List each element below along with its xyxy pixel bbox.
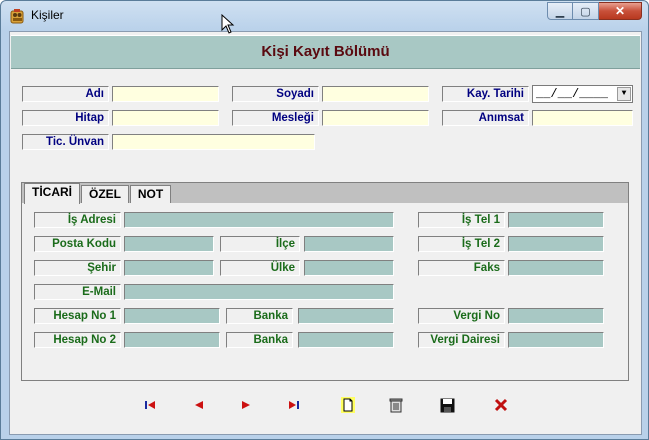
- tab-container: TİCARİ ÖZEL NOT İş Adresi Posta Kodu İlç…: [21, 182, 629, 381]
- tab-ticari[interactable]: TİCARİ: [24, 183, 80, 204]
- meslegi-input[interactable]: [322, 110, 429, 126]
- maximize-icon: ▢: [580, 5, 591, 18]
- title-bar[interactable]: Kişiler ▁ ▢ ✕: [1, 1, 648, 31]
- new-record-button[interactable]: [339, 396, 357, 414]
- sehir-input[interactable]: [124, 260, 214, 276]
- new-record-icon: [341, 397, 355, 413]
- form-client-area: Kişi Kayıt Bölümü Adı Soyadı Kay. Tarihi…: [9, 31, 642, 435]
- banka-2-input[interactable]: [298, 332, 394, 348]
- email-label: E-Mail: [34, 284, 121, 300]
- soyadi-input[interactable]: [322, 86, 429, 102]
- kay-tarihi-datepicker[interactable]: __/__/____ ▼: [532, 85, 633, 103]
- is-tel-2-input[interactable]: [508, 236, 604, 252]
- delete-record-button[interactable]: [387, 396, 405, 414]
- posta-kodu-label: Posta Kodu: [34, 236, 121, 252]
- tab-strip: TİCARİ ÖZEL NOT: [22, 183, 628, 204]
- tab-not[interactable]: NOT: [130, 185, 171, 203]
- vergi-no-label: Vergi No: [418, 308, 505, 324]
- adi-label: Adı: [22, 86, 109, 102]
- meslegi-label: Mesleği: [232, 110, 319, 126]
- tab-ozel[interactable]: ÖZEL: [81, 185, 129, 203]
- banka-1-input[interactable]: [298, 308, 394, 324]
- faks-label: Faks: [418, 260, 505, 276]
- animsat-input[interactable]: [532, 110, 633, 126]
- window-title: Kişiler: [31, 8, 64, 22]
- hesap-no-2-label: Hesap No 2: [34, 332, 121, 348]
- last-record-icon: [289, 401, 299, 409]
- ilce-input[interactable]: [304, 236, 394, 252]
- hesap-no-1-input[interactable]: [124, 308, 220, 324]
- first-record-button[interactable]: [141, 396, 159, 414]
- save-record-button[interactable]: [438, 396, 456, 414]
- vergi-dairesi-input[interactable]: [508, 332, 604, 348]
- previous-record-icon: [195, 401, 203, 409]
- posta-kodu-input[interactable]: [124, 236, 214, 252]
- ilce-label: İlçe: [220, 236, 300, 252]
- tic-unvan-input[interactable]: [112, 134, 315, 150]
- soyadi-label: Soyadı: [232, 86, 319, 102]
- hitap-label: Hitap: [22, 110, 109, 126]
- banka-2-label: Banka: [226, 332, 293, 348]
- is-adresi-input[interactable]: [124, 212, 394, 228]
- delete-record-icon: [389, 398, 403, 413]
- banka-1-label: Banka: [226, 308, 293, 324]
- cancel-icon: [494, 398, 508, 412]
- adi-input[interactable]: [112, 86, 219, 102]
- ulke-input[interactable]: [304, 260, 394, 276]
- dropdown-arrow-icon[interactable]: ▼: [617, 87, 631, 101]
- next-record-icon: [242, 401, 250, 409]
- hesap-no-2-input[interactable]: [124, 332, 220, 348]
- faks-input[interactable]: [508, 260, 604, 276]
- save-icon: [440, 398, 454, 412]
- window-controls: ▁ ▢ ✕: [547, 2, 642, 20]
- is-tel-1-input[interactable]: [508, 212, 604, 228]
- mouse-cursor-icon: [221, 14, 235, 34]
- kay-tarihi-label: Kay. Tarihi: [442, 86, 529, 102]
- header-band: Kişi Kayıt Bölümü: [11, 35, 640, 69]
- is-tel-2-label: İş Tel 2: [418, 236, 505, 252]
- hitap-input[interactable]: [112, 110, 219, 126]
- is-tel-1-label: İş Tel 1: [418, 212, 505, 228]
- close-icon: ✕: [614, 4, 626, 18]
- vergi-no-input[interactable]: [508, 308, 604, 324]
- minimize-icon: ▁: [555, 5, 565, 18]
- first-record-icon: [145, 401, 155, 409]
- maximize-button[interactable]: ▢: [573, 2, 599, 20]
- people-app-icon: [10, 9, 24, 24]
- close-button[interactable]: ✕: [599, 2, 642, 20]
- last-record-button[interactable]: [285, 396, 303, 414]
- next-record-button[interactable]: [237, 396, 255, 414]
- previous-record-button[interactable]: [190, 396, 208, 414]
- page-title: Kişi Kayıt Bölümü: [261, 43, 390, 60]
- cancel-button[interactable]: [492, 396, 510, 414]
- animsat-label: Anımsat: [442, 110, 529, 126]
- vergi-dairesi-label: Vergi Dairesi: [418, 332, 505, 348]
- hesap-no-1-label: Hesap No 1: [34, 308, 121, 324]
- sehir-label: Şehir: [34, 260, 121, 276]
- kay-tarihi-value: __/__/____: [536, 87, 609, 101]
- email-input[interactable]: [124, 284, 394, 300]
- is-adresi-label: İş Adresi: [34, 212, 121, 228]
- app-window: Kişiler ▁ ▢ ✕ Kişi Kayıt Bölümü Adı Soya…: [0, 0, 649, 440]
- minimize-button[interactable]: ▁: [547, 2, 573, 20]
- ulke-label: Ülke: [220, 260, 300, 276]
- tic-unvan-label: Tic. Ünvan: [22, 134, 109, 150]
